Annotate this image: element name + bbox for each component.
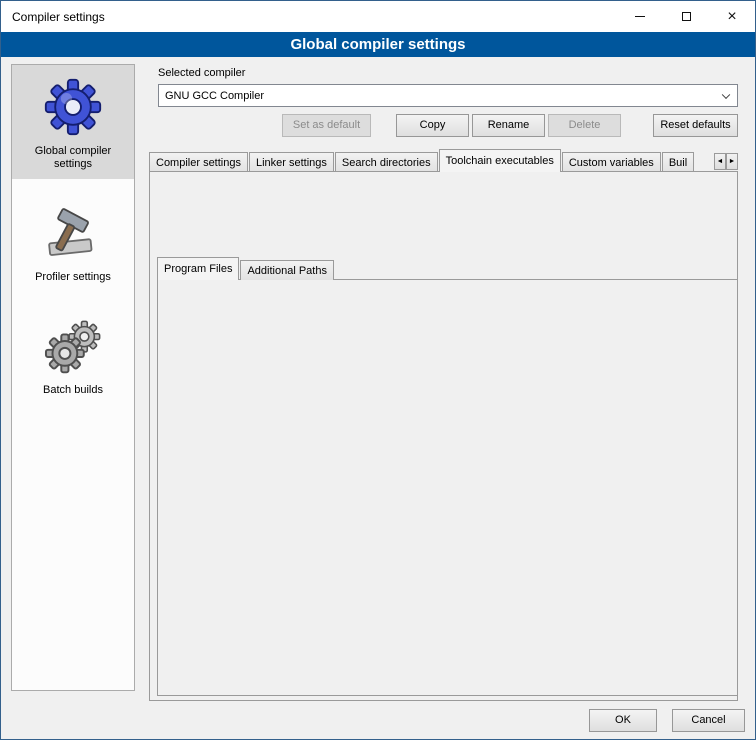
selected-compiler-label: Selected compiler xyxy=(158,67,245,79)
program-files-tab-page xyxy=(157,279,738,696)
tab-build-options[interactable]: Buil xyxy=(662,152,694,172)
sidebar-item-label: Batch builds xyxy=(43,384,103,397)
rename-button[interactable]: Rename xyxy=(472,114,545,137)
selected-compiler-combobox[interactable]: GNU GCC Compiler xyxy=(158,84,738,107)
maximize-button[interactable] xyxy=(663,1,709,32)
titlebar[interactable]: Compiler settings × xyxy=(1,1,755,32)
window-title: Compiler settings xyxy=(12,10,105,24)
sidebar-item-label: Profiler settings xyxy=(35,271,111,284)
close-icon: × xyxy=(727,8,736,26)
minimize-icon xyxy=(635,16,645,17)
hammer-tool-icon xyxy=(44,205,102,263)
selected-compiler-value: GNU GCC Compiler xyxy=(165,90,264,102)
compiler-settings-window: Compiler settings × Global compiler sett… xyxy=(0,0,756,740)
set-as-default-button[interactable]: Set as default xyxy=(282,114,371,137)
sidebar-item-global-compiler-settings[interactable]: Global compiler settings xyxy=(12,65,134,179)
sidebar-item-label: Global compiler settings xyxy=(15,145,131,171)
tab-search-directories[interactable]: Search directories xyxy=(335,152,438,172)
program-files-tabstrip: Program Files Additional Paths xyxy=(157,258,335,280)
arrow-left-icon: ◄ xyxy=(717,158,724,165)
subtab-additional-paths[interactable]: Additional Paths xyxy=(240,260,334,280)
ok-button[interactable]: OK xyxy=(589,709,657,732)
tab-scroll-controls: ◄ ► xyxy=(714,153,738,170)
dialog-header: Global compiler settings xyxy=(1,32,755,57)
arrow-right-icon: ► xyxy=(729,158,736,165)
gear-icon xyxy=(43,77,103,137)
tab-compiler-settings[interactable]: Compiler settings xyxy=(149,152,248,172)
close-button[interactable]: × xyxy=(709,1,755,32)
reset-defaults-button[interactable]: Reset defaults xyxy=(653,114,738,137)
copy-button[interactable]: Copy xyxy=(396,114,469,137)
tab-linker-settings[interactable]: Linker settings xyxy=(249,152,334,172)
cancel-button[interactable]: Cancel xyxy=(672,709,745,732)
minimize-button[interactable] xyxy=(617,1,663,32)
gears-icon xyxy=(44,318,102,376)
subtab-program-files[interactable]: Program Files xyxy=(157,257,239,280)
dialog-header-title: Global compiler settings xyxy=(290,36,465,53)
sidebar-item-profiler-settings[interactable]: Profiler settings xyxy=(12,193,134,292)
delete-button[interactable]: Delete xyxy=(548,114,621,137)
maximize-icon xyxy=(682,12,691,21)
tab-scroll-left-button[interactable]: ◄ xyxy=(714,153,726,170)
settings-tabstrip: Compiler settings Linker settings Search… xyxy=(149,149,715,172)
settings-category-list: Global compiler settings Profiler settin… xyxy=(11,64,135,691)
tab-scroll-right-button[interactable]: ► xyxy=(726,153,738,170)
sidebar-item-batch-builds[interactable]: Batch builds xyxy=(12,306,134,405)
tab-toolchain-executables[interactable]: Toolchain executables xyxy=(439,149,561,172)
window-controls: × xyxy=(617,1,755,32)
chevron-down-icon xyxy=(722,90,730,98)
tab-custom-variables[interactable]: Custom variables xyxy=(562,152,661,172)
